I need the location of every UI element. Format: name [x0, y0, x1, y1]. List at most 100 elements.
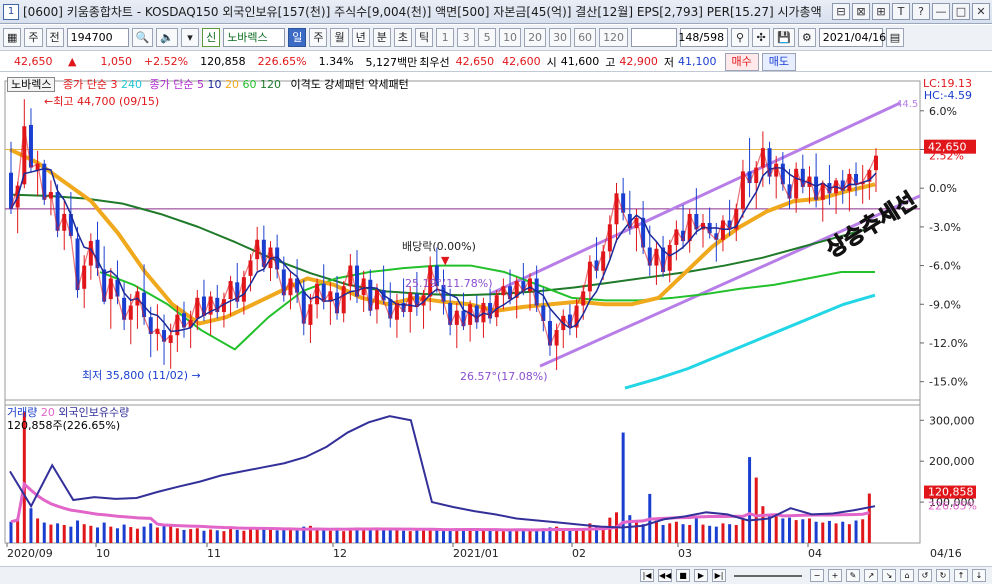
scroll-next-icon[interactable]: ▶: [694, 569, 708, 582]
low-price: 41,100: [678, 55, 717, 68]
vol-axis-label: 200,000: [929, 455, 975, 468]
tick-custom-input[interactable]: [631, 28, 678, 47]
stock-code-input[interactable]: 194700: [66, 28, 129, 47]
scroll-last-icon[interactable]: ▶|: [712, 569, 726, 582]
trend-annotation: 상승추세선: [822, 188, 921, 263]
all-button[interactable]: 전: [45, 28, 64, 47]
volume-bar: [182, 529, 186, 543]
tool-icon[interactable]: ✎: [846, 569, 860, 582]
volume-bar: [788, 517, 791, 543]
volume-bar: [475, 530, 479, 543]
x-axis-label: 04: [808, 547, 822, 560]
volume-bar: [801, 519, 805, 543]
search-icon[interactable]: 🔍: [131, 28, 154, 47]
tick-option[interactable]: 1: [436, 28, 455, 47]
tick-option[interactable]: 10: [499, 28, 522, 47]
legend-hc: HC:-4.59: [923, 89, 972, 102]
period-minute[interactable]: 분: [372, 28, 391, 47]
high-marker-label: ←최고 44,700 (09/15): [44, 95, 159, 108]
period-day[interactable]: 일: [288, 28, 307, 47]
tick-option[interactable]: 20: [524, 28, 547, 47]
chart-tool-icon[interactable]: ⚲: [731, 28, 750, 47]
buy-button[interactable]: 매수: [724, 52, 759, 71]
tool-icon[interactable]: ↑: [954, 569, 968, 582]
gear-icon[interactable]: ⚙: [797, 28, 816, 47]
volume-bar: [155, 527, 159, 543]
stock-type-button[interactable]: 주: [24, 28, 43, 47]
volume-bar: [814, 521, 818, 543]
tick-option[interactable]: 60: [574, 28, 597, 47]
volume-bar: [561, 529, 565, 543]
tool-icon[interactable]: ⌂: [900, 569, 914, 582]
tick-option[interactable]: 5: [478, 28, 497, 47]
volume-bar: [229, 528, 233, 543]
window-button[interactable]: ⊠: [852, 3, 870, 20]
volume-bar: [162, 525, 166, 543]
tool-icon[interactable]: ↺: [918, 569, 932, 582]
volume-bar: [109, 526, 113, 543]
y-axis-label: -12.0%: [929, 337, 968, 350]
zoom-in-icon[interactable]: +: [828, 569, 842, 582]
period-year[interactable]: 년: [351, 28, 370, 47]
minimize-button[interactable]: —: [932, 3, 950, 20]
best-ask: 42,650: [455, 55, 495, 68]
volume-bar: [82, 524, 86, 543]
maximize-button[interactable]: □: [952, 3, 970, 20]
volume-bar: [495, 529, 499, 543]
tool-icon[interactable]: ↘: [882, 569, 896, 582]
volume-bar: [508, 530, 512, 543]
period-week[interactable]: 주: [309, 28, 328, 47]
volume-bar: [841, 521, 845, 543]
display-count-input[interactable]: 148/598: [678, 28, 729, 47]
calendar-icon[interactable]: ▤: [885, 28, 905, 47]
legend-ma-120: 120: [259, 78, 281, 91]
volume-bar: [408, 531, 412, 543]
help-button[interactable]: ?: [912, 3, 930, 20]
period-second[interactable]: 초: [393, 28, 412, 47]
zoom-out-icon[interactable]: −: [810, 569, 824, 582]
period-tick[interactable]: 틱: [414, 28, 434, 47]
volume-bar: [488, 529, 492, 543]
dividend-arrow: ▼: [441, 254, 450, 267]
chevron-down-icon[interactable]: ▾: [181, 28, 200, 47]
close-button[interactable]: ✕: [972, 3, 990, 20]
window-title: [0600] 키움종합차트 - KOSDAQ150 외국인보유[157(천)] …: [23, 5, 822, 19]
volume-bar: [142, 526, 146, 543]
legend-ma-label-2: 종가 단순: [149, 78, 194, 91]
window-button[interactable]: ⊟: [832, 3, 850, 20]
sound-icon[interactable]: 🔈: [156, 28, 179, 47]
tool-icon[interactable]: ↓: [972, 569, 986, 582]
volume-bar: [535, 529, 539, 543]
sell-button[interactable]: 매도: [761, 52, 797, 71]
stop-icon[interactable]: ■: [676, 569, 690, 582]
grid-icon[interactable]: ▦: [3, 28, 22, 47]
tick-option[interactable]: 30: [549, 28, 572, 47]
crosshair-icon[interactable]: ✣: [752, 28, 771, 47]
date-input[interactable]: 2021/04/16: [818, 28, 886, 47]
window-number-badge: 1: [3, 3, 19, 20]
price-change: 1,050: [100, 55, 132, 68]
chart-svg[interactable]: 6.0%3.0%2.52%0.0%-3.0%-6.0%-9.0%-12.0%-1…: [0, 73, 992, 567]
vol-axis-label: 300,000: [929, 414, 975, 427]
tool-icon[interactable]: ↻: [936, 569, 950, 582]
best-ask-label: 최우선: [419, 55, 450, 69]
display-count: 148: [678, 31, 700, 44]
scroll-first-icon[interactable]: |◀: [640, 569, 654, 582]
legend-ma-10: 10: [207, 78, 222, 91]
save-icon[interactable]: 💾: [773, 28, 795, 47]
stock-name-field[interactable]: 노바렉스: [223, 28, 286, 47]
tool-icon[interactable]: ↗: [864, 569, 878, 582]
period-month[interactable]: 월: [330, 28, 349, 47]
volume-bar: [215, 530, 219, 543]
tick-option[interactable]: 120: [599, 28, 629, 47]
volume-bar: [794, 520, 798, 543]
font-button[interactable]: T: [892, 3, 910, 20]
scroll-prev-icon[interactable]: ◀◀: [658, 569, 672, 582]
chart-area[interactable]: 6.0%3.0%2.52%0.0%-3.0%-6.0%-9.0%-12.0%-1…: [0, 73, 992, 567]
tick-option[interactable]: 3: [457, 28, 476, 47]
window-button[interactable]: ⊞: [872, 3, 890, 20]
x-axis-label: 2021/01: [453, 547, 499, 560]
legend-ma-3: 3: [110, 78, 118, 91]
volume-bar: [568, 529, 572, 543]
zoom-slider[interactable]: [734, 574, 802, 577]
